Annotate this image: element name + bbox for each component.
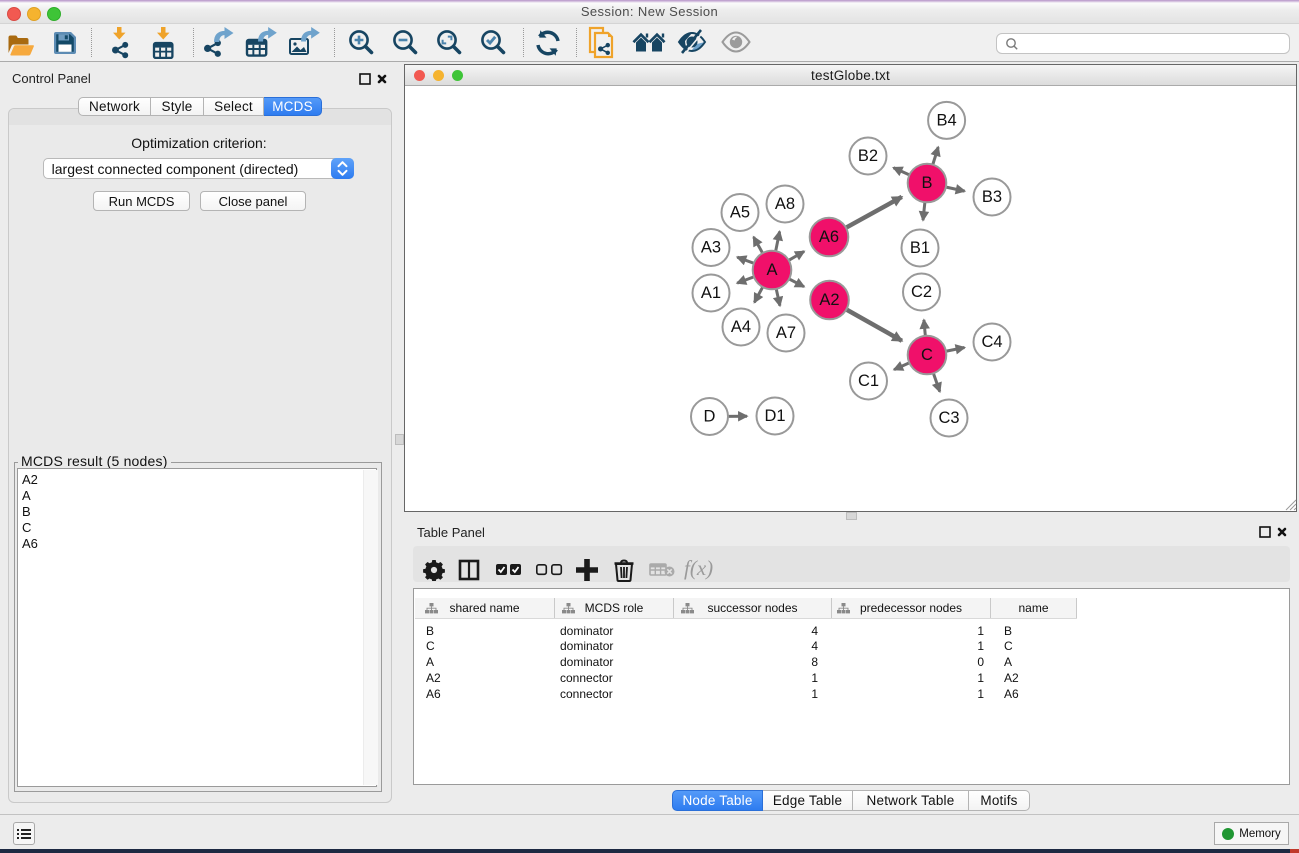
svg-text:A: A <box>766 261 777 279</box>
svg-text:D: D <box>704 408 716 426</box>
svg-text:C4: C4 <box>981 333 1002 351</box>
svg-text:C3: C3 <box>938 409 959 427</box>
svg-text:A6: A6 <box>819 228 839 246</box>
svg-text:A8: A8 <box>775 195 795 213</box>
svg-text:A4: A4 <box>731 318 751 336</box>
svg-text:B3: B3 <box>982 188 1002 206</box>
svg-text:B2: B2 <box>858 147 878 165</box>
svg-text:B: B <box>921 174 932 192</box>
svg-text:A7: A7 <box>776 324 796 342</box>
svg-text:C1: C1 <box>858 372 879 390</box>
svg-text:A2: A2 <box>819 291 839 309</box>
svg-text:A1: A1 <box>701 284 721 302</box>
svg-text:D1: D1 <box>764 407 785 425</box>
svg-text:B4: B4 <box>937 111 957 129</box>
svg-text:C2: C2 <box>911 283 932 301</box>
svg-text:B1: B1 <box>910 239 930 257</box>
svg-text:A5: A5 <box>730 204 750 222</box>
svg-text:C: C <box>921 346 933 364</box>
svg-text:A3: A3 <box>701 239 721 257</box>
